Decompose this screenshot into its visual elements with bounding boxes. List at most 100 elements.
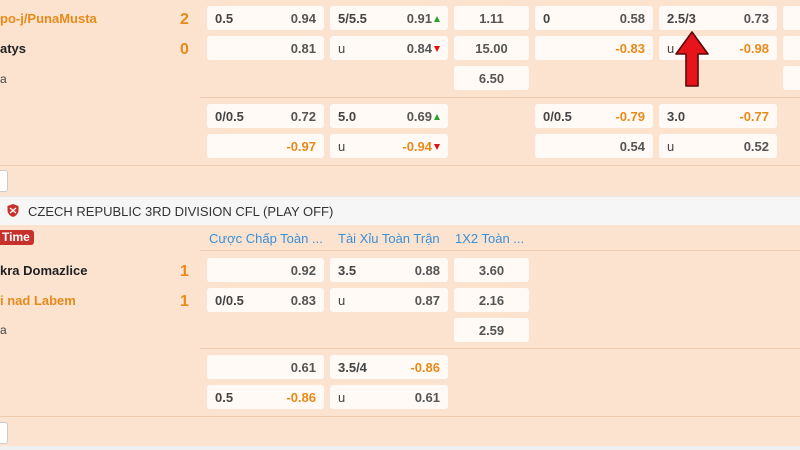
ou-odds: 0.61 [414,390,440,405]
column-header-ou[interactable]: Tài Xỉu Toàn Trận [338,231,440,246]
h1-ou-odds: -0.77 [739,109,769,124]
ou-odds: 0.69 [406,109,432,124]
odds-cell-1x2[interactable]: 15.00 [454,36,529,60]
odds-cell-hdp[interactable]: 0.5 0.94 [207,6,324,30]
odds-cell-h1-ou[interactable]: 3.0 -0.77 [659,104,777,128]
column-header-1x2[interactable]: 1X2 Toàn ... [455,231,524,246]
odds-up-icon [434,114,440,120]
hdp-line: 0/0.5 [215,109,244,124]
league-header[interactable]: CZECH REPUBLIC 3RD DIVISION CFL (PLAY OF… [0,196,800,226]
h1-ou-odds: 0.73 [743,11,769,26]
odds-cell-hdp[interactable]: 0.61 [207,355,324,379]
odds-up-icon [434,16,440,22]
away-team-name[interactable]: i nad Labem [0,293,76,308]
odds-cell-hdp[interactable]: 0.92 [207,258,324,282]
hdp-line: 0.5 [215,11,234,26]
x12-odds: 2.59 [478,323,505,338]
h1-ou-under-label: u [667,139,675,154]
h1-ou-line: 3.0 [667,109,686,124]
hdp-line: 0/0.5 [215,293,244,308]
odds-cell-h1-hdp[interactable]: 0.54 [535,134,653,158]
odds-cell-ou[interactable]: u -0.94 [330,134,448,158]
ou-odds: -0.94 [402,139,432,154]
odds-cell-1x2[interactable]: 2.16 [454,288,529,312]
odds-cell-hdp[interactable]: 0.5 -0.86 [207,385,324,409]
hdp-line: 0.5 [215,390,234,405]
odds-cell-ou[interactable]: 3.5/4 -0.86 [330,355,448,379]
draw-label: a [0,72,7,86]
x12-odds: 1.11 [479,11,504,26]
away-team-name[interactable]: atys [0,41,26,56]
odds-cell-h1-hdp[interactable]: 0 0.58 [535,6,653,30]
divider [0,416,800,417]
ou-under-label: u [338,139,346,154]
h1-ou-odds: 0.52 [743,139,769,154]
odds-cell-1x2[interactable]: 3.60 [454,258,529,282]
h1-hdp-odds: -0.83 [615,41,645,56]
odds-cell-1x2[interactable]: 6.50 [454,66,529,90]
odds-cell-1x2[interactable]: 1.11 [454,6,529,30]
odds-cell-ou[interactable]: 3.5 0.88 [330,258,448,282]
odds-cell-hdp[interactable]: 0.81 [207,36,324,60]
h1-hdp-odds: 0.58 [619,11,645,26]
ou-odds: 0.91 [406,11,432,26]
odds-cell-hdp[interactable]: 0/0.5 0.72 [207,104,324,128]
hdp-odds: 0.81 [290,41,316,56]
h1-hdp-odds: -0.79 [615,109,645,124]
odds-cell-ou[interactable]: u 0.87 [330,288,448,312]
divider [0,165,800,166]
x12-odds: 2.16 [478,293,505,308]
odds-down-icon [434,46,440,52]
ou-odds: -0.86 [410,360,440,375]
odds-cell-extra[interactable] [783,66,800,90]
hdp-odds: 0.72 [290,109,316,124]
h1-hdp-odds: 0.54 [619,139,645,154]
ou-odds: 0.88 [414,263,440,278]
odds-cell-h1-hdp[interactable]: 0/0.5 -0.79 [535,104,653,128]
home-score: 2 [180,11,189,28]
odds-cell-ou[interactable]: u 0.61 [330,385,448,409]
odds-cell-h1-ou[interactable]: u 0.52 [659,134,777,158]
h1-ou-odds: -0.98 [739,41,769,56]
hdp-odds: -0.97 [286,139,316,154]
away-score: 0 [180,41,189,58]
divider [200,250,800,251]
ou-line: 3.5 [338,263,357,278]
odds-cell-ou[interactable]: 5.0 0.69 [330,104,448,128]
odds-cell-extra[interactable] [783,6,800,30]
away-score: 1 [180,293,189,310]
ou-under-label: u [338,41,346,56]
ou-line: 5.0 [338,109,357,124]
odds-cell-extra[interactable] [783,36,800,60]
draw-label: a [0,323,7,337]
odds-cell-ou[interactable]: 5/5.5 0.91 [330,6,448,30]
time-badge[interactable]: Time [0,230,34,245]
odds-cell-hdp[interactable]: -0.97 [207,134,324,158]
hdp-odds: 0.83 [290,293,316,308]
h1-hdp-line: 0/0.5 [543,109,572,124]
more-bets-button[interactable] [0,170,8,192]
more-bets-button[interactable] [0,422,8,444]
home-team-name[interactable]: po-j/PunaMusta [0,11,97,26]
x12-odds: 15.00 [475,41,508,56]
odds-cell-h1-ou[interactable]: 2.5/3 0.73 [659,6,777,30]
next-section-edge [0,446,800,450]
odds-cell-ou[interactable]: u 0.84 [330,36,448,60]
home-score: 1 [180,263,189,280]
divider [200,348,800,349]
league-flag-icon [7,204,19,217]
ou-odds: 0.87 [414,293,440,308]
h1-ou-line: 2.5/3 [667,11,696,26]
hdp-odds: -0.86 [286,390,316,405]
odds-cell-hdp[interactable]: 0/0.5 0.83 [207,288,324,312]
ou-odds: 0.84 [406,41,432,56]
home-team-name[interactable]: kra Domazlice [0,263,87,278]
column-header-hdp[interactable]: Cược Chấp Toàn ... [209,231,323,246]
ou-under-label: u [338,390,346,405]
odds-cell-h1-hdp[interactable]: -0.83 [535,36,653,60]
h1-hdp-line: 0 [543,11,551,26]
league-title: CZECH REPUBLIC 3RD DIVISION CFL (PLAY OF… [28,204,334,219]
odds-cell-1x2[interactable]: 2.59 [454,318,529,342]
red-arrow-annotation [675,31,709,87]
x12-odds: 3.60 [478,263,505,278]
